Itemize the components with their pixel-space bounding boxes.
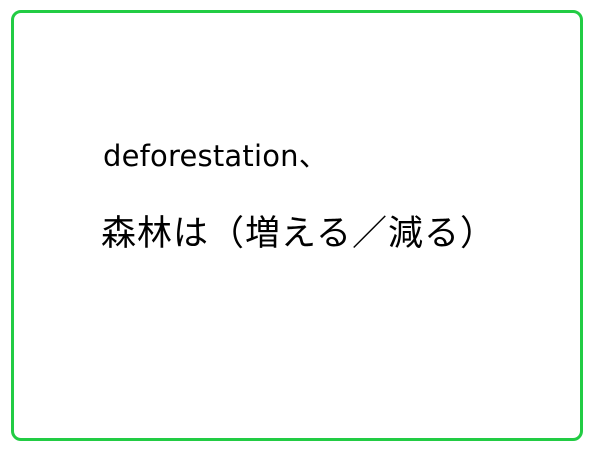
japanese-sentence: 森林は（増える／減る） [101,214,496,254]
english-term: deforestation、 [103,139,328,173]
prompt-card: deforestation、 森林は（増える／減る） [11,10,583,441]
